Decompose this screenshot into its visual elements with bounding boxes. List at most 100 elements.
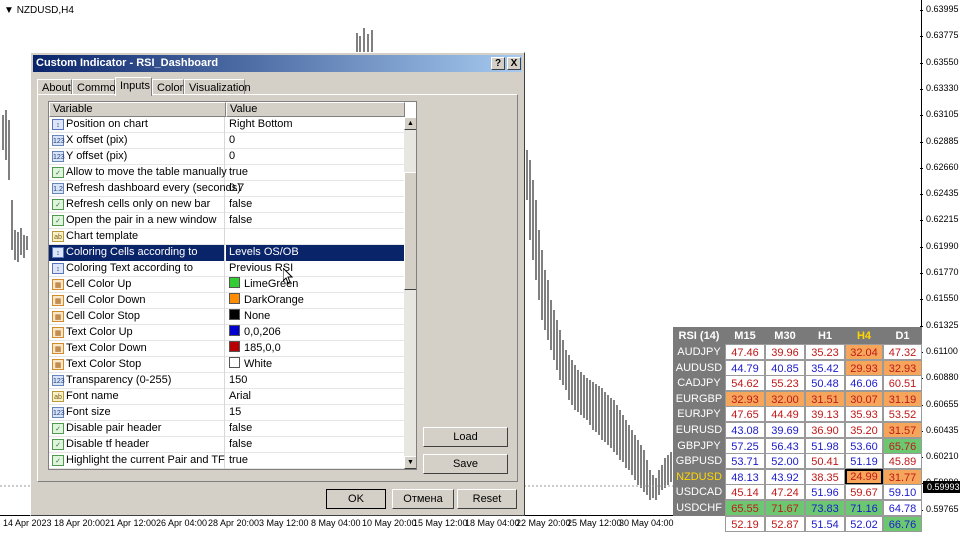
param-value-cell[interactable]: 0 (226, 133, 405, 149)
param-value-cell[interactable]: 0,0,206 (226, 325, 405, 341)
param-name-cell[interactable]: ↕ Coloring Cells according to (49, 245, 225, 261)
variable-column-header[interactable]: Variable (49, 102, 226, 117)
param-name-cell[interactable]: ab Font name (49, 389, 225, 405)
param-value-cell[interactable]: false (226, 197, 405, 213)
close-button[interactable]: X (507, 57, 521, 70)
param-row[interactable]: ↕ Coloring Cells according to Levels OS/OB (49, 245, 405, 261)
param-row[interactable]: ▦ Cell Color Down DarkOrange (49, 293, 405, 309)
param-value-cell[interactable] (226, 229, 405, 245)
tab-inputs[interactable]: Inputs (115, 77, 152, 96)
grid-scrollbar[interactable]: ▲ ▼ (404, 117, 416, 469)
param-value-cell[interactable]: false (226, 421, 405, 437)
param-value-cell[interactable]: Previous RSI (226, 261, 405, 277)
chart-menu-icon[interactable]: ▼ (4, 5, 17, 16)
param-name-cell[interactable]: 123 X offset (pix) (49, 133, 225, 149)
param-value-cell[interactable]: 15 (226, 405, 405, 421)
time-tick-label: 21 Apr 12:00 (105, 518, 157, 528)
tab-common[interactable]: Common (72, 79, 122, 95)
price-tick-label: 0.61100 (920, 346, 960, 356)
param-name-cell[interactable]: ▦ Cell Color Up (49, 277, 225, 293)
param-name-cell[interactable]: ✓ Disable pair header (49, 421, 225, 437)
help-button[interactable]: ? (491, 57, 505, 70)
param-value-cell[interactable]: true (226, 165, 405, 181)
param-value-cell[interactable]: Right Bottom (226, 117, 405, 133)
param-name-cell[interactable]: ab Chart template (49, 229, 225, 245)
param-name-cell[interactable]: 123 Y offset (pix) (49, 149, 225, 165)
param-value-cell[interactable]: 0.7 (226, 181, 405, 197)
param-value-cell[interactable]: true (226, 453, 405, 469)
bool-icon: ✓ (52, 423, 64, 434)
param-row[interactable]: ✓ Disable pair header false (49, 421, 405, 437)
param-row[interactable]: ▦ Text Color Up 0,0,206 (49, 325, 405, 341)
param-row[interactable]: 123 Y offset (pix) 0 (49, 149, 405, 165)
rsi-value-cell: 56.43 (765, 437, 805, 454)
param-name: Refresh dashboard every (seconds) (66, 182, 241, 194)
rsi-value-cell: 35.93 (845, 406, 883, 423)
param-value-cell[interactable]: 150 (226, 373, 405, 389)
param-value: 185,0,0 (244, 342, 281, 354)
tab-colors[interactable]: Colors (152, 79, 189, 95)
tab-about[interactable]: About (37, 79, 72, 95)
param-value-cell[interactable]: Arial (226, 389, 405, 405)
reset-button[interactable]: Reset (457, 489, 517, 509)
param-name-cell[interactable]: ▦ Cell Color Down (49, 293, 225, 309)
param-name-cell[interactable]: ✓ Allow to move the table manually (49, 165, 227, 181)
param-row[interactable]: ✓ Highlight the current Pair and TF true (49, 453, 405, 469)
save-button[interactable]: Save (423, 454, 508, 474)
value-column-header[interactable]: Value (226, 102, 405, 117)
param-row[interactable]: ▦ Text Color Stop White (49, 357, 405, 373)
param-row[interactable]: ↕ Position on chart Right Bottom (49, 117, 405, 133)
param-row[interactable]: ✓ Refresh cells only on new bar false (49, 197, 405, 213)
inputs-grid[interactable]: Variable Value ↕ Position on chart Right B… (48, 101, 417, 470)
param-name-cell[interactable]: 1.2 Refresh dashboard every (seconds) (49, 181, 241, 197)
scroll-up-icon[interactable]: ▲ (404, 117, 416, 130)
param-name-cell[interactable]: ▦ Cell Color Stop (49, 309, 225, 325)
param-name-cell[interactable]: ↕ Coloring Text according to (49, 261, 225, 277)
param-value-cell[interactable]: false (226, 437, 405, 453)
param-name-cell[interactable]: 123 Font size (49, 405, 225, 421)
param-value-cell[interactable]: White (226, 357, 405, 373)
param-value-cell[interactable]: 0 (226, 149, 405, 165)
dialog-titlebar[interactable]: Custom Indicator - RSI_Dashboard ? X (33, 55, 522, 72)
cancel-button[interactable]: Отмена (392, 489, 454, 509)
param-name-cell[interactable]: ▦ Text Color Stop (49, 357, 225, 373)
rsi-value-cell: 29.93 (845, 359, 883, 376)
mouse-pointer-icon (283, 268, 293, 284)
scroll-thumb[interactable] (404, 172, 416, 290)
param-value-cell[interactable]: Levels OS/OB (226, 245, 405, 261)
param-name-cell[interactable]: ▦ Text Color Down (49, 341, 225, 357)
param-value-cell[interactable]: false (226, 213, 405, 229)
scroll-down-icon[interactable]: ▼ (404, 456, 416, 469)
param-name: Open the pair in a new window (66, 214, 217, 226)
param-row[interactable]: 1.2 Refresh dashboard every (seconds) 0.7 (49, 181, 405, 197)
param-row[interactable]: ab Font name Arial (49, 389, 405, 405)
param-row[interactable]: ▦ Cell Color Stop None (49, 309, 405, 325)
param-row[interactable]: ↕ Coloring Text according to Previous RSI (49, 261, 405, 277)
param-row[interactable]: ✓ Open the pair in a new window false (49, 213, 405, 229)
param-row[interactable]: ▦ Cell Color Up LimeGreen (49, 277, 405, 293)
load-button[interactable]: Load (423, 427, 508, 447)
param-name: Position on chart (66, 118, 148, 130)
param-name-cell[interactable]: ↕ Position on chart (49, 117, 225, 133)
param-row[interactable]: 123 Font size 15 (49, 405, 405, 421)
param-value-cell[interactable]: 185,0,0 (226, 341, 405, 357)
param-name-cell[interactable]: ▦ Text Color Up (49, 325, 225, 341)
param-name-cell[interactable]: ✓ Open the pair in a new window (49, 213, 225, 229)
param-row[interactable]: ab Chart template (49, 229, 405, 245)
param-name-cell[interactable]: ✓ Disable tf header (49, 437, 225, 453)
param-value-cell[interactable]: LimeGreen (226, 277, 405, 293)
param-value-cell[interactable]: None (226, 309, 405, 325)
param-row[interactable]: 123 Transparency (0-255) 150 (49, 373, 405, 389)
ok-button[interactable]: OK (326, 489, 386, 509)
tab-visualization[interactable]: Visualization (184, 79, 251, 95)
param-name-cell[interactable]: 123 Transparency (0-255) (49, 373, 225, 389)
param-name-cell[interactable]: ✓ Refresh cells only on new bar (49, 197, 225, 213)
param-row[interactable]: 123 X offset (pix) 0 (49, 133, 405, 149)
param-row[interactable]: ✓ Disable tf header false (49, 437, 405, 453)
param-name: Text Color Down (66, 342, 147, 354)
param-row[interactable]: ✓ Allow to move the table manually true (49, 165, 405, 181)
param-name-cell[interactable]: ✓ Highlight the current Pair and TF (49, 453, 225, 469)
param-row[interactable]: ▦ Text Color Down 185,0,0 (49, 341, 405, 357)
param-value-cell[interactable]: DarkOrange (226, 293, 405, 309)
rsi-value-cell: 47.46 (725, 344, 765, 360)
